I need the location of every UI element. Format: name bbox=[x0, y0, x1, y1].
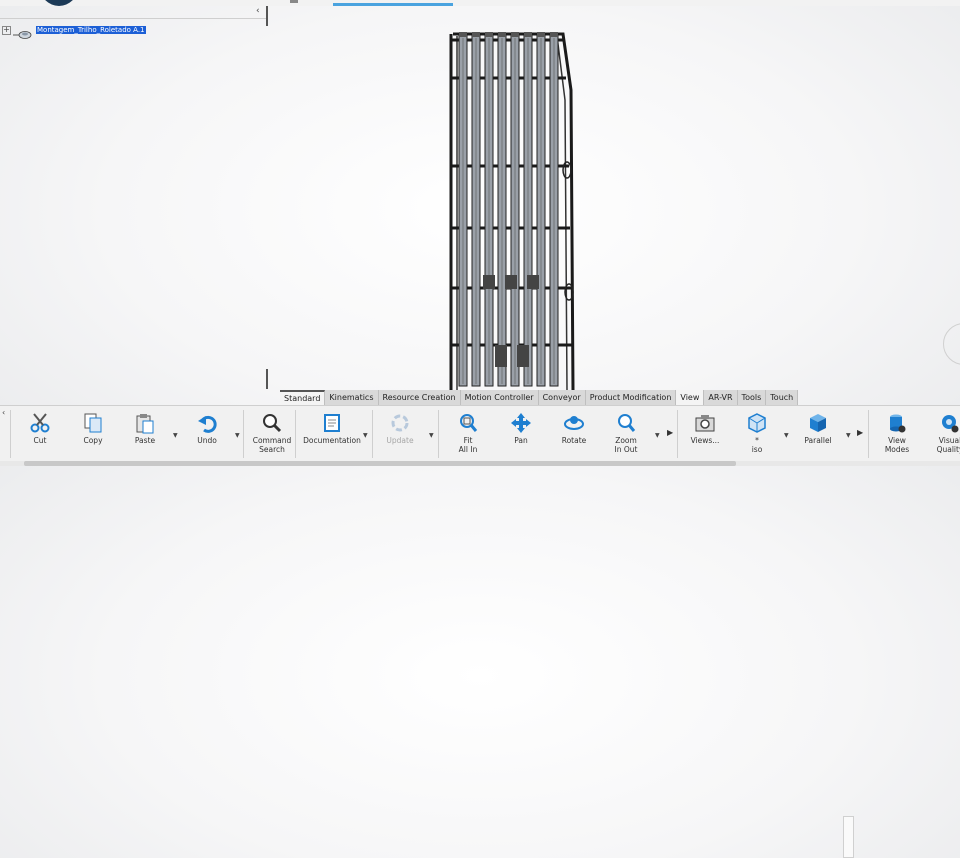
tab-resource-creation[interactable]: Resource Creation bbox=[378, 390, 461, 405]
ribbon-tabs: Standard Kinematics Resource Creation Mo… bbox=[280, 390, 799, 405]
collapse-tree-button[interactable]: ‹ bbox=[256, 6, 260, 16]
undo-label: Undo bbox=[197, 436, 217, 445]
zoom-icon bbox=[615, 412, 637, 434]
fit-all-in-label-1: Fit bbox=[463, 436, 473, 445]
view-modes-icon bbox=[886, 412, 908, 434]
tab-kinematics[interactable]: Kinematics bbox=[325, 390, 379, 405]
tab-touch[interactable]: Touch bbox=[766, 390, 799, 405]
separator bbox=[10, 410, 11, 458]
pan-label: Pan bbox=[514, 436, 528, 445]
parallel-button[interactable]: Parallel bbox=[800, 412, 836, 445]
tree-panel-header bbox=[0, 6, 268, 19]
paste-icon bbox=[134, 412, 156, 434]
update-dropdown-icon[interactable]: ▼ bbox=[429, 432, 434, 439]
separator bbox=[438, 410, 439, 458]
separator bbox=[295, 410, 296, 458]
view-modes-button[interactable]: View Modes bbox=[881, 412, 913, 454]
paste-label: Paste bbox=[134, 436, 156, 445]
tab-standard[interactable]: Standard bbox=[280, 390, 326, 405]
fit-all-in-button[interactable]: Fit All In bbox=[452, 412, 484, 454]
tab-conveyor[interactable]: Conveyor bbox=[538, 390, 586, 405]
undo-dropdown-icon[interactable]: ▼ bbox=[235, 432, 240, 439]
iso-label-2: iso bbox=[751, 445, 763, 454]
tab-tools[interactable]: Tools bbox=[737, 390, 767, 405]
tree-expand-icon[interactable]: + bbox=[2, 25, 11, 35]
views-button[interactable]: Views... bbox=[689, 412, 721, 445]
ribbon-scroll-grip[interactable] bbox=[843, 816, 854, 858]
tab-view[interactable]: View bbox=[676, 390, 705, 405]
book-icon bbox=[321, 412, 343, 434]
scissors-icon bbox=[29, 412, 51, 434]
tree-root-node[interactable]: + Montagem_Trilho_Roletado A.1 bbox=[2, 24, 146, 39]
tab-ar-vr[interactable]: AR-VR bbox=[704, 390, 738, 405]
visual-quality-label-2: Quality bbox=[936, 445, 960, 454]
undo-button[interactable]: Undo bbox=[192, 412, 222, 445]
product-icon bbox=[13, 25, 33, 39]
camera-icon bbox=[694, 412, 716, 434]
copy-button[interactable]: Copy bbox=[78, 412, 108, 445]
zoom-label-1: Zoom bbox=[615, 436, 637, 445]
chevron-right-icon-2[interactable]: ▶ bbox=[857, 428, 863, 437]
pan-icon bbox=[510, 412, 532, 434]
command-search-label-2: Search bbox=[259, 445, 285, 454]
tab-motion-controller[interactable]: Motion Controller bbox=[460, 390, 539, 405]
update-button[interactable]: Update bbox=[382, 412, 418, 445]
visual-quality-icon bbox=[939, 412, 960, 434]
separator bbox=[868, 410, 869, 458]
zoom-dropdown-icon[interactable]: ▼ bbox=[655, 432, 660, 439]
command-search-button[interactable]: Command Search bbox=[252, 412, 292, 454]
copy-icon bbox=[82, 412, 104, 434]
fit-all-icon bbox=[457, 412, 479, 434]
view-modes-label-2: Modes bbox=[884, 445, 910, 454]
pan-button[interactable]: Pan bbox=[506, 412, 536, 445]
separator bbox=[677, 410, 678, 458]
magnifier-icon bbox=[261, 412, 283, 434]
views-label: Views... bbox=[690, 436, 720, 445]
separator bbox=[372, 410, 373, 458]
iso-view-icon bbox=[746, 412, 768, 434]
horizontal-scrollbar-thumb[interactable] bbox=[24, 461, 736, 466]
update-label: Update bbox=[386, 436, 414, 445]
documentation-label: Documentation bbox=[303, 436, 361, 445]
parallel-label: Parallel bbox=[804, 436, 832, 445]
roller-rail-3d-model[interactable] bbox=[445, 30, 575, 390]
chevron-left-icon[interactable]: ‹ bbox=[2, 408, 5, 417]
cut-label: Cut bbox=[33, 436, 47, 445]
compass-widget[interactable] bbox=[943, 323, 960, 365]
update-icon bbox=[389, 412, 411, 434]
panel-splitter-bottom[interactable] bbox=[266, 369, 268, 389]
panel-splitter-top[interactable] bbox=[266, 6, 268, 26]
chevron-right-icon[interactable]: ▶ bbox=[667, 428, 673, 437]
visual-quality-button[interactable]: Visual Quality bbox=[934, 412, 960, 454]
paste-dropdown-icon[interactable]: ▼ bbox=[173, 432, 178, 439]
view-modes-label-1: View bbox=[888, 436, 906, 445]
iso-label-1: * bbox=[755, 436, 759, 445]
zoom-in-out-button[interactable]: Zoom In Out bbox=[610, 412, 642, 454]
visual-quality-label-1: Visual bbox=[938, 436, 960, 445]
copy-label: Copy bbox=[83, 436, 103, 445]
paste-button[interactable]: Paste bbox=[130, 412, 160, 445]
iso-dropdown-icon[interactable]: ▼ bbox=[784, 432, 789, 439]
undo-icon bbox=[196, 412, 218, 434]
zoom-label-2: In Out bbox=[614, 445, 638, 454]
top-tab-marker bbox=[290, 0, 298, 3]
active-top-tab-indicator bbox=[333, 3, 453, 6]
rotate-label: Rotate bbox=[561, 436, 587, 445]
command-search-label-1: Command bbox=[252, 436, 292, 445]
rotate-button[interactable]: Rotate bbox=[558, 412, 590, 445]
fit-all-in-label-2: All In bbox=[458, 445, 478, 454]
tree-root-label[interactable]: Montagem_Trilho_Roletado A.1 bbox=[36, 26, 146, 34]
cut-button[interactable]: Cut bbox=[26, 412, 54, 445]
tab-product-modification[interactable]: Product Modification bbox=[585, 390, 677, 405]
rotate-icon bbox=[563, 412, 585, 434]
ribbon-toolbar: ‹ Cut Copy Paste ▼ Undo ▼ Command Search bbox=[0, 405, 960, 858]
cube-icon bbox=[807, 412, 829, 434]
iso-view-button[interactable]: * iso bbox=[742, 412, 772, 454]
separator bbox=[243, 410, 244, 458]
documentation-dropdown-icon[interactable]: ▼ bbox=[363, 432, 368, 439]
documentation-button[interactable]: Documentation bbox=[302, 412, 362, 445]
parallel-dropdown-icon[interactable]: ▼ bbox=[846, 432, 851, 439]
